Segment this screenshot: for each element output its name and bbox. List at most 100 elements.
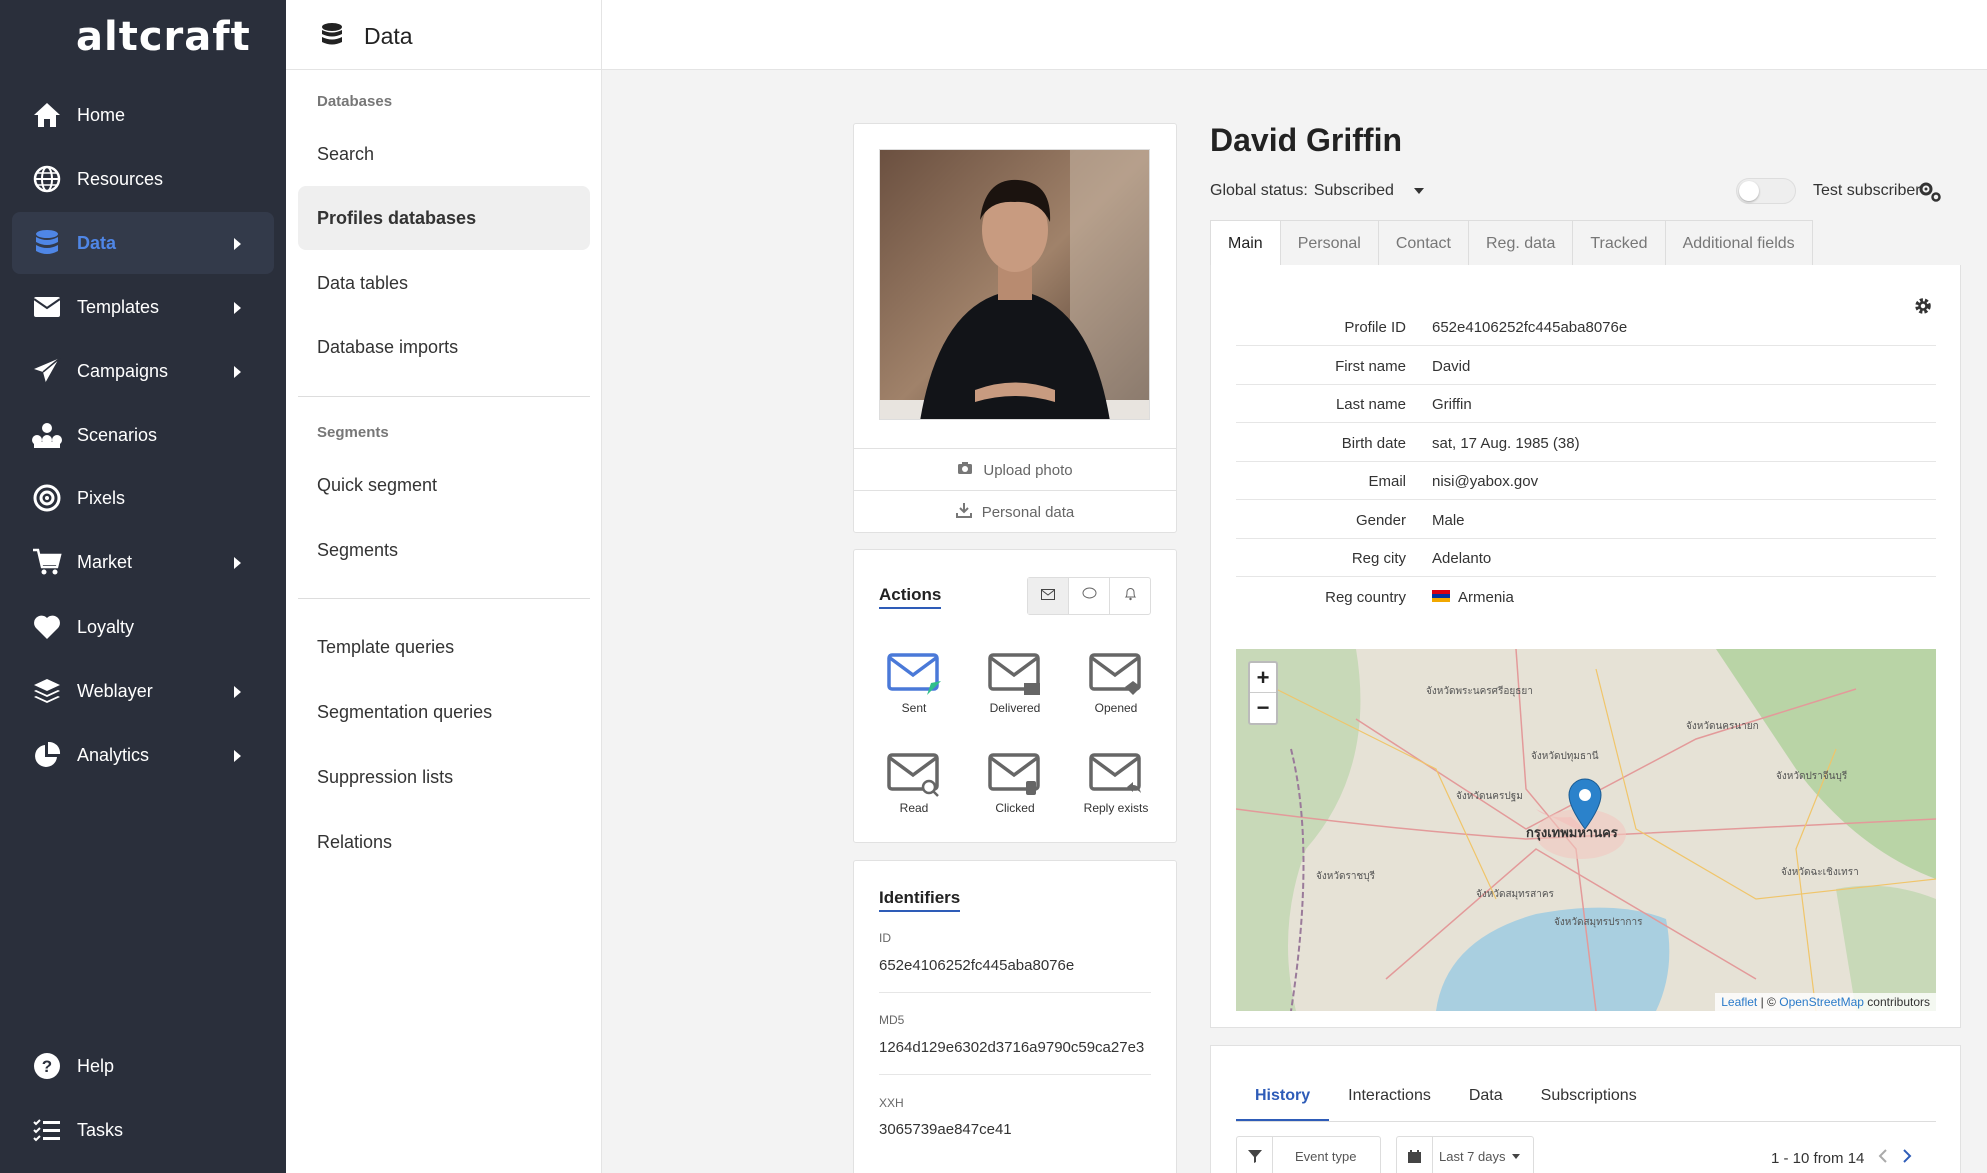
field-row: Last name Griffin — [1236, 384, 1936, 423]
identifier-value: 1264d129e6302d3716a9790c59ca27e3 — [879, 1039, 1145, 1056]
nav-item-scenarios[interactable]: Scenarios — [12, 404, 274, 466]
app-logo[interactable]: altcraft — [76, 14, 251, 60]
chevron-right-icon[interactable] — [1902, 1148, 1912, 1168]
submenu-item-database-imports[interactable]: Database imports — [298, 315, 590, 379]
test-subscriber-toggle[interactable] — [1736, 178, 1796, 204]
tab-personal[interactable]: Personal — [1279, 220, 1379, 266]
tab-contact[interactable]: Contact — [1377, 220, 1469, 266]
submenu-item-data-tables[interactable]: Data tables — [298, 251, 590, 315]
action-opened[interactable]: Opened — [1071, 653, 1161, 715]
submenu-item-segmentation-queries[interactable]: Segmentation queries — [298, 680, 590, 744]
tab-additional-fields[interactable]: Additional fields — [1664, 220, 1813, 266]
submenu-item-search[interactable]: Search — [298, 122, 590, 186]
nav-item-templates[interactable]: Templates — [12, 276, 274, 338]
data-submenu: Data Databases Search Profiles databases… — [286, 0, 602, 1173]
action-reply-exists[interactable]: Reply exists — [1071, 753, 1161, 815]
nav-item-home[interactable]: Home — [12, 84, 274, 146]
channel-sms-button[interactable] — [1069, 578, 1110, 614]
identifier-value: 3065739ae847ce41 — [879, 1121, 1012, 1138]
profile-photo[interactable] — [879, 149, 1150, 420]
event-type-filter[interactable]: Event type — [1236, 1136, 1381, 1173]
nav-item-data[interactable]: Data — [12, 212, 274, 274]
action-delivered[interactable]: Delivered — [970, 653, 1060, 715]
tab-history[interactable]: History — [1236, 1087, 1330, 1121]
channel-email-button[interactable] — [1028, 578, 1069, 614]
nav-item-loyalty[interactable]: Loyalty — [12, 596, 274, 658]
divider — [298, 396, 590, 397]
nav-item-tasks[interactable]: Tasks — [12, 1099, 274, 1161]
identifiers-title: Identifiers — [879, 888, 961, 912]
nav-item-pixels[interactable]: Pixels — [12, 467, 274, 529]
tasks-icon — [32, 1116, 62, 1144]
personal-data-button[interactable]: Personal data — [854, 490, 1176, 533]
action-read[interactable]: Read — [869, 753, 959, 815]
location-map[interactable]: จังหวัดพระนครศรีอยุธยา จังหวัดปทุมธานี จ… — [1236, 649, 1936, 1011]
submenu-item-quick-segment[interactable]: Quick segment — [298, 453, 590, 517]
submenu-item-template-queries[interactable]: Template queries — [298, 615, 590, 679]
nav-item-market[interactable]: Market — [12, 531, 274, 593]
history-tabs: History Interactions Data Subscriptions — [1236, 1046, 1936, 1122]
tab-interactions[interactable]: Interactions — [1329, 1087, 1450, 1121]
map-label: จังหวัดราชบุรี — [1316, 870, 1376, 882]
map-label: จังหวัดนครปฐม — [1456, 791, 1523, 802]
actions-card: Actions Sent Delivered Opened Read Click… — [853, 549, 1177, 843]
upload-photo-button[interactable]: Upload photo — [854, 448, 1176, 491]
attribution-text: contributors — [1867, 995, 1930, 1009]
tab-data[interactable]: Data — [1450, 1087, 1522, 1121]
action-sent[interactable]: Sent — [869, 653, 959, 715]
nav-item-weblayer[interactable]: Weblayer — [12, 660, 274, 722]
nav-item-help[interactable]: ? Help — [12, 1035, 274, 1097]
section-databases: Databases — [317, 93, 393, 110]
divider — [879, 992, 1151, 993]
nav-item-label: Campaigns — [77, 360, 169, 381]
submenu-item-segments[interactable]: Segments — [298, 518, 590, 582]
nav-item-campaigns[interactable]: Campaigns — [12, 340, 274, 402]
field-row: Email nisi@yabox.gov — [1236, 461, 1936, 500]
action-label: Sent — [901, 701, 927, 715]
action-label: Opened — [1094, 701, 1138, 715]
actions-title: Actions — [879, 585, 942, 609]
nav-item-label: Data — [77, 232, 117, 253]
leaflet-link[interactable]: Leaflet — [1721, 995, 1757, 1009]
tab-reg-data[interactable]: Reg. data — [1467, 220, 1574, 266]
toggle-knob — [1739, 181, 1759, 201]
submenu-item-profiles-databases[interactable]: Profiles databases — [298, 186, 590, 250]
submenu-title: Data — [364, 23, 413, 49]
pie-chart-icon — [32, 741, 62, 769]
nav-item-resources[interactable]: Resources — [12, 148, 274, 210]
field-row: Birth date sat, 17 Aug. 1985 (38) — [1236, 423, 1936, 462]
profile-tabs: Main Personal Contact Reg. data Tracked … — [1210, 220, 1813, 266]
event-type-label: Event type — [1295, 1148, 1357, 1164]
period-select[interactable]: Last 7 days — [1396, 1136, 1534, 1173]
chat-icon — [1082, 587, 1097, 605]
field-value: nisi@yabox.gov — [1432, 473, 1538, 490]
tab-main[interactable]: Main — [1210, 220, 1281, 266]
cart-icon — [32, 548, 62, 576]
sitemap-icon — [32, 421, 62, 449]
action-label: Clicked — [995, 801, 1035, 815]
nav-item-analytics[interactable]: Analytics — [12, 724, 274, 786]
envelope-icon — [32, 293, 62, 321]
field-value: 652e4106252fc445aba8076e — [1432, 319, 1627, 336]
test-subscriber-label: Test subscriber — [1813, 182, 1921, 199]
gears-icon[interactable] — [1918, 181, 1942, 208]
zoom-out-button[interactable]: − — [1250, 693, 1276, 723]
map-label: จังหวัดสมุทรสาคร — [1476, 889, 1555, 900]
filter-icon — [1237, 1137, 1273, 1173]
field-key: Reg city — [1351, 550, 1406, 567]
map-label: จังหวัดพระนครศรีอยุธยา — [1426, 685, 1533, 697]
channel-push-button[interactable] — [1110, 578, 1150, 614]
osm-link[interactable]: OpenStreetMap — [1779, 995, 1864, 1009]
field-row: First name David — [1236, 346, 1936, 385]
tab-subscriptions[interactable]: Subscriptions — [1522, 1087, 1656, 1121]
global-status[interactable]: Global status: Subscribed — [1210, 182, 1424, 200]
action-clicked[interactable]: Clicked — [970, 753, 1060, 815]
chevron-left-icon[interactable] — [1878, 1148, 1888, 1168]
zoom-in-button[interactable]: + — [1250, 663, 1276, 693]
caret-down-icon — [1413, 188, 1424, 194]
submenu-item-suppression-lists[interactable]: Suppression lists — [298, 745, 590, 809]
nav-item-label: Analytics — [77, 744, 150, 765]
tab-tracked[interactable]: Tracked — [1572, 220, 1666, 266]
submenu-item-relations[interactable]: Relations — [298, 810, 590, 874]
chevron-right-icon — [234, 238, 241, 250]
